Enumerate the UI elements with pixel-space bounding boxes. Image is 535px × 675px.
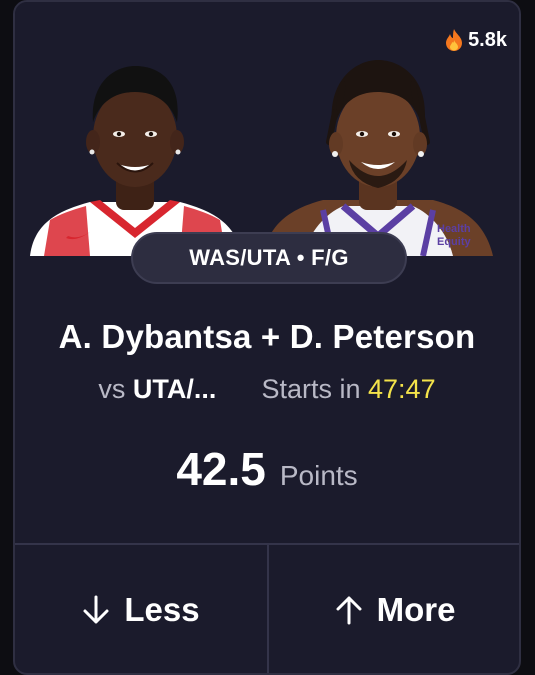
player-photos: Health Equity 5.8k xyxy=(15,2,519,256)
more-button[interactable]: More xyxy=(269,545,519,673)
more-label: More xyxy=(376,591,456,628)
player-headshot-dybantsa xyxy=(20,42,250,256)
jersey-sponsor-line2: Equity xyxy=(437,236,471,248)
fire-icon xyxy=(444,28,464,52)
popularity-badge: 5.8k xyxy=(444,28,507,52)
less-label: Less xyxy=(124,591,200,628)
stat-type: Points xyxy=(279,460,358,491)
game-info: vs UTA/... Starts in 47:47 xyxy=(15,374,519,405)
player-names: A. Dybantsa + D. Peterson xyxy=(58,318,476,355)
line-value: 42.5 xyxy=(176,443,266,495)
player-headshot-peterson: Health Equity xyxy=(263,42,493,256)
arrow-down-icon xyxy=(82,595,110,625)
less-button[interactable]: Less xyxy=(15,545,267,673)
matchup-badge: WAS/UTA • F/G xyxy=(131,232,407,284)
projection-card[interactable]: Health Equity 5.8k WAS/UTA • F/G A. Dyba… xyxy=(13,0,521,675)
popularity-count: 5.8k xyxy=(468,28,507,51)
jersey-sponsor-line1: Health xyxy=(437,223,471,235)
opponent: UTA/... xyxy=(132,374,217,404)
projection-line: 42.5 Points xyxy=(15,442,519,496)
opponent-prefix: vs xyxy=(98,374,126,404)
arrow-up-icon xyxy=(335,595,363,625)
countdown-timer: 47:47 xyxy=(368,374,436,404)
starts-label: Starts in xyxy=(261,374,361,404)
